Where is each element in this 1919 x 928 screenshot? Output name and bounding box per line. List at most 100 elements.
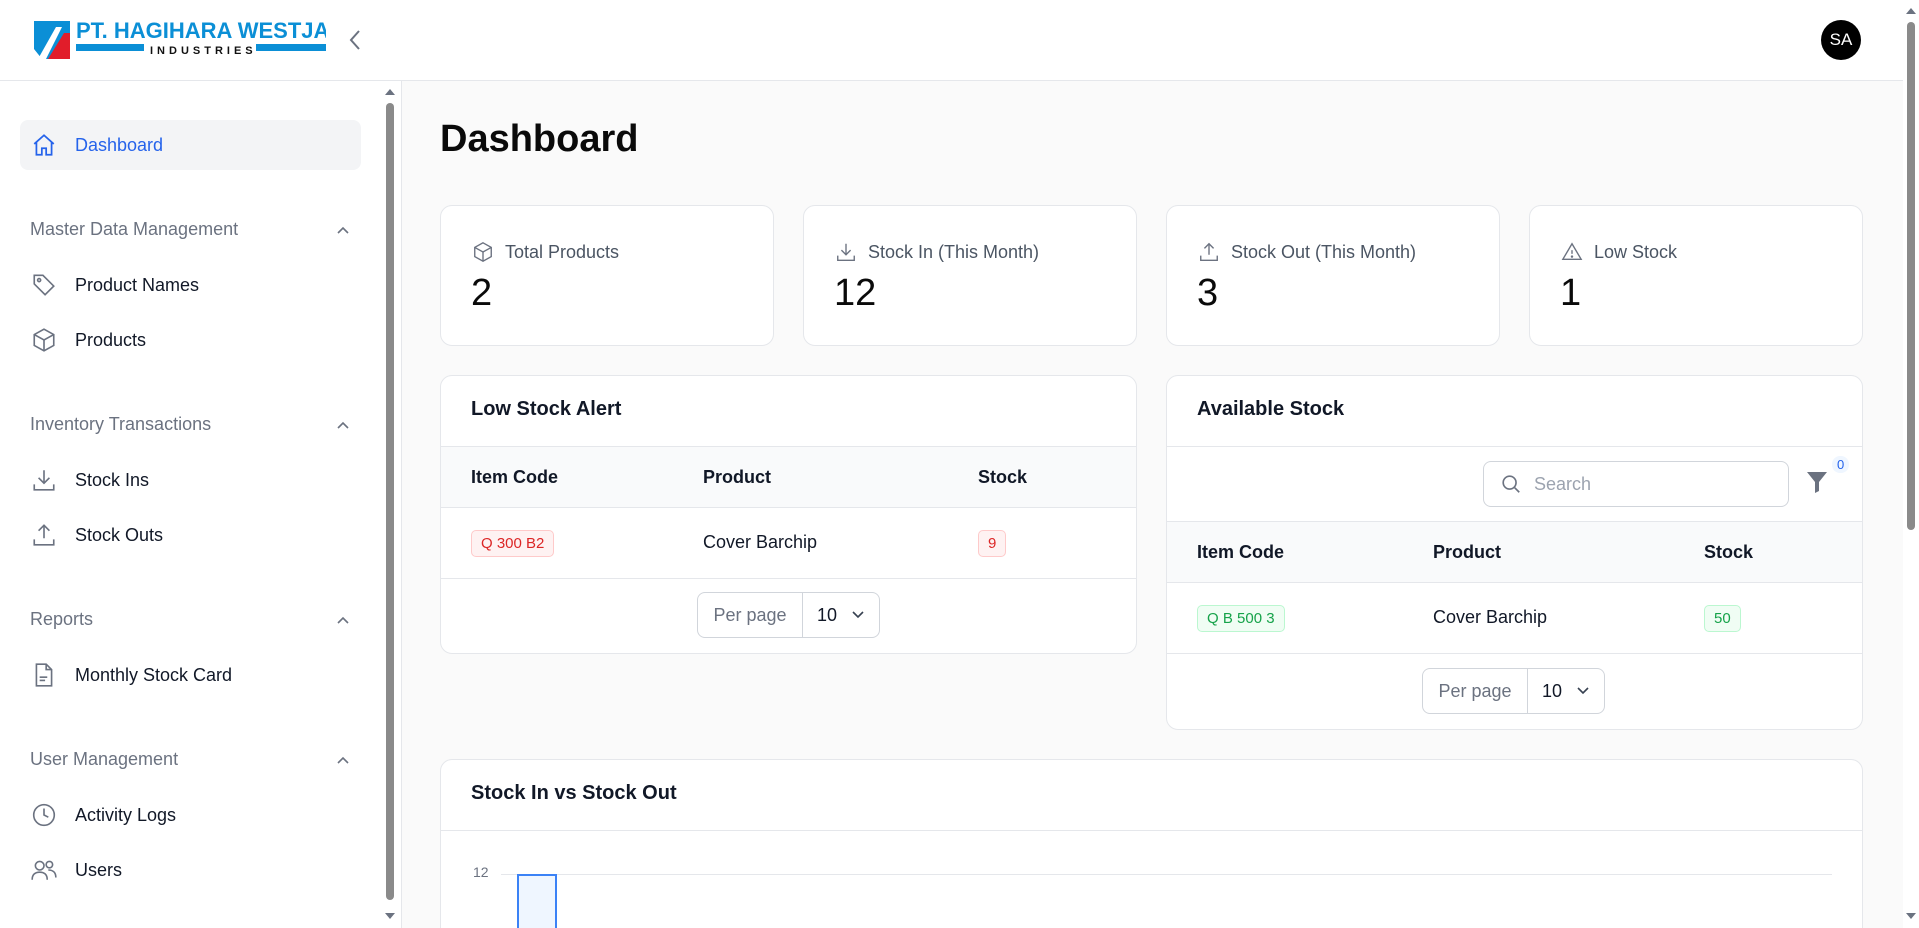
sidebar-item-label: Activity Logs — [75, 804, 177, 825]
sidebar-item-label: Product Names — [75, 274, 200, 295]
home-icon — [30, 131, 58, 159]
sidebar-item-stock-ins[interactable]: Stock Ins — [20, 455, 361, 505]
sidebar-item-users[interactable]: Users — [20, 845, 361, 895]
y-axis-tick-label: 12 — [473, 864, 489, 880]
document-icon — [30, 661, 58, 689]
per-page-control: Per page 10 — [697, 592, 880, 638]
sidebar-item-stock-outs[interactable]: Stock Outs — [20, 510, 361, 560]
sidebar-scrollbar[interactable] — [381, 81, 397, 928]
group-master-data[interactable]: Master Data Management — [30, 219, 350, 240]
sidebar-scroll-thumb[interactable] — [386, 103, 394, 900]
stat-value: 2 — [471, 272, 493, 314]
download-icon — [834, 240, 858, 264]
card-title: Low Stock Alert — [471, 398, 622, 420]
scroll-down-icon — [1906, 913, 1916, 919]
filter-button[interactable] — [1805, 469, 1831, 497]
stat-card-stock-out: Stock Out (This Month) 3 — [1166, 205, 1500, 346]
column-header[interactable]: Stock — [978, 467, 1027, 488]
column-header[interactable]: Stock — [1704, 542, 1753, 563]
stat-card-total-products: Total Products 2 — [440, 205, 774, 346]
stat-card-stock-in: Stock In (This Month) 12 — [803, 205, 1137, 346]
group-label: Master Data Management — [30, 219, 239, 239]
per-page-select[interactable]: 10 — [1528, 669, 1604, 713]
search-box — [1483, 461, 1789, 507]
per-page-select[interactable]: 10 — [803, 593, 879, 637]
chevron-left-icon — [349, 30, 360, 50]
search-input[interactable] — [1534, 473, 1774, 495]
clock-icon — [30, 801, 58, 829]
chevron-up-icon — [337, 226, 349, 234]
stock-badge: 9 — [978, 530, 1007, 557]
cube-icon — [471, 240, 495, 264]
column-header[interactable]: Item Code — [471, 467, 558, 488]
available-stock-card: Available Stock 0 Item Code Product Stoc… — [1166, 375, 1863, 730]
company-logo[interactable]: PT. HAGIHARA WESTJAVA INDUSTRIES — [34, 18, 357, 61]
chart-title: Stock In vs Stock Out — [471, 782, 677, 804]
bar-stock-in[interactable] — [517, 874, 557, 928]
group-label: User Management — [30, 749, 179, 769]
stock-badge: 50 — [1704, 605, 1741, 632]
scroll-up-icon — [385, 89, 395, 95]
gridline — [501, 874, 1832, 875]
sidebar-item-label: Products — [75, 329, 147, 350]
sidebar-item-product-names[interactable]: Product Names — [20, 260, 361, 310]
company-name-line1: PT. HAGIHARA WESTJAVA — [76, 19, 326, 43]
stat-value: 12 — [834, 272, 877, 314]
group-reports[interactable]: Reports — [30, 609, 350, 630]
download-icon — [30, 466, 58, 494]
column-header[interactable]: Product — [1433, 542, 1501, 563]
scroll-up-icon — [1906, 8, 1916, 14]
sidebar-item-dashboard[interactable]: Dashboard — [20, 120, 361, 170]
stat-value: 1 — [1560, 272, 1582, 314]
sidebar-item-label: Stock Ins — [75, 469, 150, 490]
sidebar-item-monthly-stock-card[interactable]: Monthly Stock Card — [20, 650, 361, 700]
group-user-management[interactable]: User Management — [30, 749, 350, 770]
user-avatar[interactable]: SA — [1821, 20, 1861, 60]
page-scroll-thumb[interactable] — [1907, 22, 1915, 530]
stat-label: Low Stock — [1594, 241, 1678, 262]
stat-value: 3 — [1197, 272, 1219, 314]
sidebar: Dashboard Master Data Management Product… — [0, 81, 402, 928]
stat-label: Total Products — [505, 241, 620, 262]
per-page-label: Per page — [1423, 669, 1528, 713]
upload-icon — [1197, 240, 1221, 264]
per-page-label: Per page — [698, 593, 803, 637]
upload-icon — [30, 521, 58, 549]
page-scrollbar[interactable] — [1903, 0, 1919, 928]
card-title: Available Stock — [1197, 398, 1345, 420]
sidebar-item-label: Dashboard — [75, 134, 164, 155]
tag-icon — [30, 271, 58, 299]
stat-label: Stock Out (This Month) — [1231, 241, 1417, 262]
page-title: Dashboard — [440, 118, 639, 160]
warning-icon — [1560, 240, 1584, 264]
item-code-badge: Q 300 B2 — [471, 530, 555, 557]
low-stock-alert-card: Low Stock Alert Item Code Product Stock … — [440, 375, 1137, 654]
item-code-badge: Q B 500 3 — [1197, 605, 1285, 632]
table-header: Item Code Product Stock — [441, 446, 1136, 508]
chevron-down-icon — [1576, 686, 1590, 696]
group-label: Inventory Transactions — [30, 414, 212, 434]
stat-card-low-stock: Low Stock 1 — [1529, 205, 1863, 346]
table-row[interactable]: Q 300 B2 Cover Barchip 9 — [441, 508, 1136, 579]
product-name: Cover Barchip — [1433, 607, 1548, 627]
chevron-up-icon — [337, 421, 349, 429]
sidebar-item-label: Stock Outs — [75, 524, 164, 545]
chevron-up-icon — [337, 756, 349, 764]
scroll-down-icon — [385, 913, 395, 919]
sidebar-item-activity-logs[interactable]: Activity Logs — [20, 790, 361, 840]
collapse-sidebar-button[interactable] — [343, 26, 367, 54]
sidebar-item-label: Users — [75, 859, 123, 880]
search-icon — [1502, 475, 1520, 493]
filter-icon — [1807, 472, 1827, 493]
sidebar-item-label: Monthly Stock Card — [75, 664, 233, 685]
users-icon — [30, 856, 58, 884]
group-inventory-transactions[interactable]: Inventory Transactions — [30, 414, 350, 435]
product-name: Cover Barchip — [703, 532, 818, 552]
table-row[interactable]: Q B 500 3 Cover Barchip 50 — [1167, 583, 1862, 654]
sidebar-item-products[interactable]: Products — [20, 315, 361, 365]
column-header[interactable]: Item Code — [1197, 542, 1284, 563]
filter-count-badge: 0 — [1832, 456, 1850, 473]
stat-label: Stock In (This Month) — [868, 241, 1040, 262]
company-name-line2: INDUSTRIES — [150, 45, 257, 57]
column-header[interactable]: Product — [703, 467, 771, 488]
